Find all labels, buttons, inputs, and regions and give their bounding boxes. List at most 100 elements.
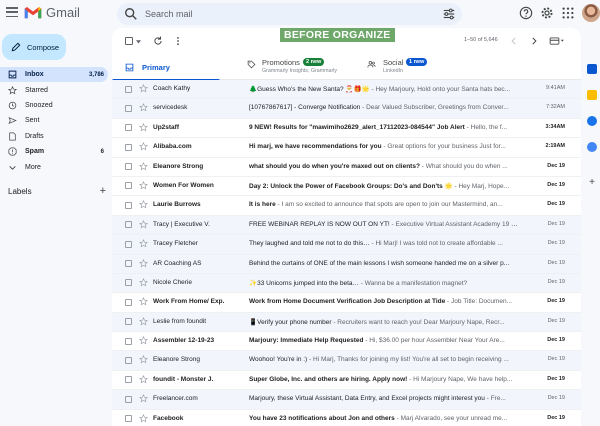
email-row[interactable]: Freelancer.com Marjoury, these Virtual As…	[112, 390, 581, 410]
star-icon[interactable]	[139, 142, 148, 151]
star-icon[interactable]	[139, 122, 148, 132]
email-row[interactable]: Facebook You have 23 notifications about …	[112, 409, 581, 426]
email-select-checkbox[interactable]	[125, 337, 132, 345]
help-icon[interactable]	[519, 6, 533, 20]
email-subject-line: 9 NEW! Results for "mawimiho2629_alert_1…	[249, 124, 521, 131]
email-select-checkbox[interactable]	[125, 85, 132, 93]
email-date: Dec 19	[547, 356, 565, 363]
refresh-icon[interactable]	[153, 36, 163, 46]
email-select-checkbox[interactable]	[125, 318, 132, 326]
email-select-checkbox[interactable]	[125, 260, 132, 268]
star-icon[interactable]	[139, 219, 148, 229]
star-icon[interactable]	[139, 103, 148, 112]
email-row[interactable]: Eleanore Strong Woohoo! You're in :) - Hi…	[112, 351, 581, 371]
email-select-checkbox[interactable]	[125, 104, 132, 112]
compose-button[interactable]: Compose	[2, 34, 66, 60]
email-row[interactable]: Work From Home/ Exp. Work from Home Docum…	[112, 293, 581, 313]
email-select-checkbox[interactable]	[125, 279, 132, 287]
sidebar-item-inbox[interactable]: Inbox 3,786	[0, 67, 108, 83]
email-row[interactable]: servicedesk [10767867617] - Converge Noti…	[112, 99, 581, 119]
calendar-icon[interactable]	[587, 64, 597, 74]
email-select-checkbox[interactable]	[125, 240, 132, 248]
search-icon[interactable]	[124, 7, 138, 21]
email-select-checkbox[interactable]	[125, 298, 132, 306]
add-label-button[interactable]: +	[100, 185, 106, 197]
older-chevron-right-icon[interactable]	[529, 36, 539, 46]
star-icon[interactable]	[139, 336, 148, 345]
email-subject: FREE WEBINAR REPLAY IS NOW OUT ON YT!	[249, 220, 390, 228]
sidebar-item-count: 6	[100, 148, 104, 155]
email-sender: Facebook	[153, 414, 184, 422]
contacts-icon[interactable]	[587, 142, 597, 152]
email-row[interactable]: Tracey Fletcher They laughed and told me …	[112, 235, 581, 255]
email-select-checkbox[interactable]	[125, 376, 132, 384]
category-tabs: Primary Promotions 2 new Grammarly Insig…	[112, 54, 581, 81]
newer-chevron-left-icon[interactable]	[509, 36, 519, 46]
star-icon[interactable]	[139, 200, 148, 209]
email-row[interactable]: Eleanore Strong what should you do when y…	[112, 157, 581, 177]
email-date: 3:34AM	[545, 123, 565, 130]
email-select-checkbox[interactable]	[125, 415, 132, 423]
email-row[interactable]: Tracy | Executive V. FREE WEBINAR REPLAY …	[112, 215, 581, 236]
search-options-icon[interactable]	[442, 7, 456, 21]
email-select-checkbox[interactable]	[125, 124, 132, 132]
sidebar-item-starred[interactable]: Starred	[0, 82, 108, 97]
email-select-checkbox[interactable]	[125, 143, 132, 151]
email-select-checkbox[interactable]	[125, 182, 132, 190]
email-row[interactable]: Women For Women Day 2: Unlock the Power o…	[112, 176, 581, 197]
star-icon[interactable]	[139, 355, 148, 364]
density-toggle-icon[interactable]	[549, 36, 565, 46]
tasks-icon[interactable]	[587, 116, 597, 126]
tab-primary[interactable]: Primary	[112, 54, 232, 81]
star-icon[interactable]	[139, 161, 148, 171]
star-icon[interactable]	[139, 316, 148, 326]
email-date: Dec 19	[547, 240, 565, 247]
sidebar-item-drafts[interactable]: Drafts	[0, 129, 108, 144]
email-select-checkbox[interactable]	[125, 395, 132, 403]
add-addon-icon[interactable]: +	[587, 178, 597, 188]
sidebar-item-snoozed[interactable]: Snoozed	[0, 98, 108, 113]
star-icon[interactable]	[139, 277, 148, 287]
email-select-checkbox[interactable]	[125, 221, 132, 229]
search-input[interactable]	[145, 3, 425, 25]
sidebar-item-more[interactable]: More	[0, 159, 108, 174]
more-options-icon[interactable]	[173, 36, 183, 46]
sidebar-item-sent[interactable]: Sent	[0, 113, 108, 128]
email-subject: Marjoury: Immediate Help Requested	[249, 337, 364, 345]
star-icon[interactable]	[139, 258, 148, 268]
email-select-checkbox[interactable]	[125, 201, 132, 209]
tab-promotions[interactable]: Promotions 2 new Grammarly Insights, Gra…	[242, 54, 362, 80]
search-bar[interactable]	[117, 3, 462, 25]
email-select-checkbox[interactable]	[125, 356, 132, 364]
star-icon[interactable]	[139, 239, 148, 248]
sidebar-item-spam[interactable]: Spam 6	[0, 144, 108, 159]
tab-social[interactable]: Social 1 new LinkedIn	[367, 54, 477, 80]
email-select-checkbox[interactable]	[125, 163, 132, 171]
email-row[interactable]: Alibaba.com Hi marj, we have recommendati…	[112, 138, 581, 158]
select-dropdown-icon[interactable]	[136, 39, 141, 44]
email-subject: 9 NEW! Results for "mawimiho2629_alert_1…	[249, 123, 465, 131]
select-all-checkbox[interactable]	[125, 37, 133, 45]
email-row[interactable]: Laurie Burrows It is here - I am so excit…	[112, 196, 581, 216]
main-menu-icon[interactable]	[6, 7, 18, 19]
email-row[interactable]: AR Coaching AS Behind the curtains of ONE…	[112, 254, 581, 274]
email-row[interactable]: Assembler 12-19-23 Marjoury: Immediate He…	[112, 332, 581, 352]
star-icon[interactable]	[139, 374, 148, 384]
tab-social-label: Social	[383, 58, 404, 67]
keep-icon[interactable]	[587, 90, 597, 100]
email-row[interactable]: Leslie from foundit 📱Verify your phone nu…	[112, 312, 581, 333]
settings-gear-icon[interactable]	[540, 6, 554, 20]
apps-grid-icon[interactable]	[561, 6, 575, 20]
email-row[interactable]: Coach Kathy 🌲Guess Who's the New Santa? 🎅…	[112, 80, 581, 100]
email-row[interactable]: Up2staff 9 NEW! Results for "mawimiho2629…	[112, 118, 581, 139]
star-icon[interactable]	[139, 297, 148, 306]
star-icon[interactable]	[139, 180, 148, 190]
star-icon[interactable]	[139, 413, 148, 423]
star-icon[interactable]	[139, 394, 148, 403]
account-avatar[interactable]	[582, 4, 600, 22]
email-row[interactable]: foundit - Monster J. Super Globe, Inc. an…	[112, 370, 581, 391]
email-row[interactable]: Nicole Cherie ✨33 Unicorns jumped into th…	[112, 273, 581, 294]
gmail-logo[interactable]: Gmail	[24, 5, 80, 20]
labels-heading: Labels	[8, 187, 32, 196]
star-icon[interactable]	[139, 84, 148, 93]
